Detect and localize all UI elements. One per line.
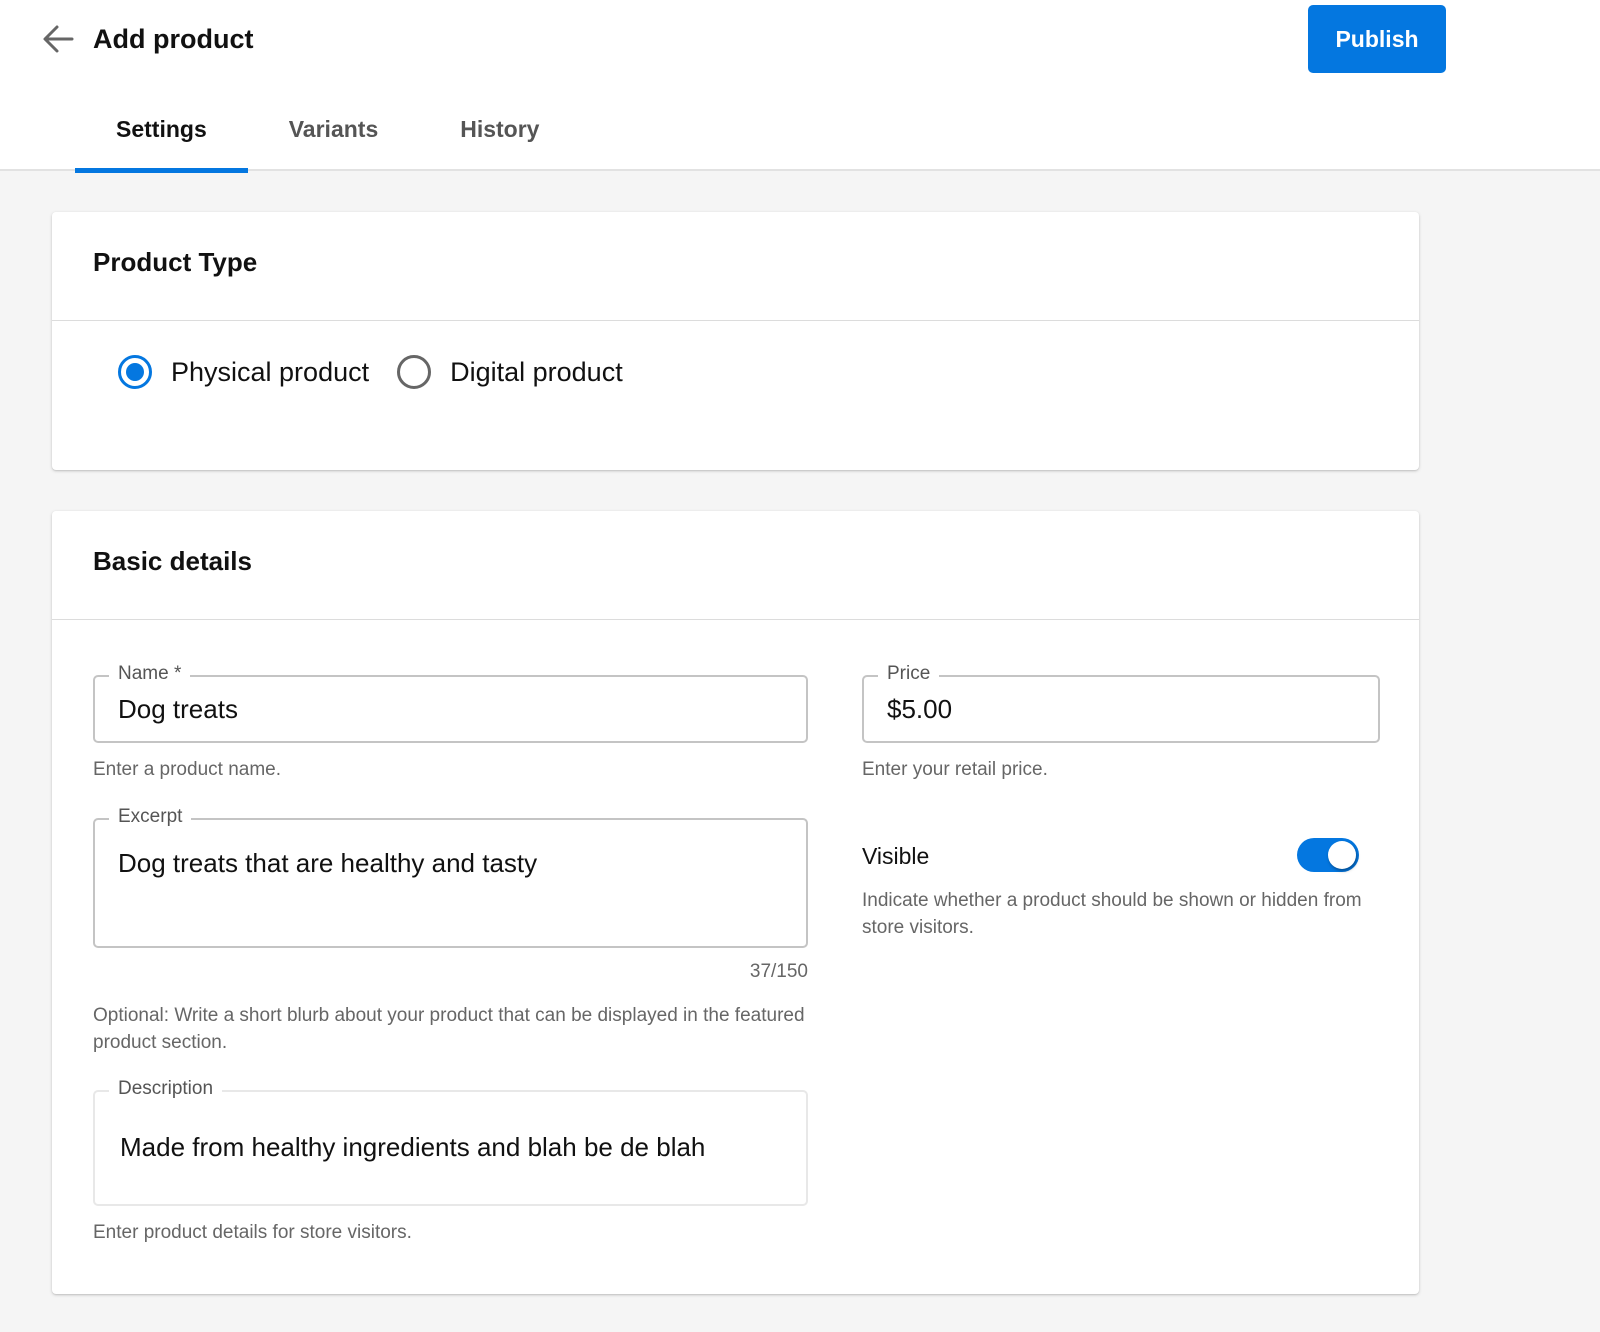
tab-settings[interactable]: Settings: [75, 100, 248, 173]
price-field[interactable]: Price $5.00: [862, 663, 1380, 743]
tab-history[interactable]: History: [419, 100, 580, 171]
product-type-radio-group: Physical product Digital product: [52, 321, 1419, 461]
excerpt-char-counter: 37/150: [749, 961, 808, 982]
price-input[interactable]: $5.00: [887, 694, 952, 725]
radio-unchecked-icon[interactable]: [397, 355, 432, 389]
excerpt-label: Excerpt: [109, 806, 192, 828]
toggle-knob: [1328, 841, 1356, 869]
radio-physical-product[interactable]: Physical product: [118, 355, 369, 389]
basic-details-card: Basic details Name * Dog treats Enter a …: [52, 511, 1419, 1294]
basic-details-header: Basic details: [52, 511, 1419, 620]
visible-toggle[interactable]: [1297, 838, 1359, 872]
description-label: Description: [109, 1078, 223, 1100]
excerpt-textarea[interactable]: Dog treats that are healthy and tasty: [118, 848, 537, 879]
description-field[interactable]: Description Made from healthy ingredient…: [93, 1078, 808, 1206]
price-label: Price: [878, 663, 940, 685]
name-label: Name *: [109, 663, 191, 685]
product-type-title: Product Type: [93, 246, 258, 277]
name-input[interactable]: Dog treats: [118, 694, 238, 725]
back-button[interactable]: [40, 22, 76, 56]
tab-variants[interactable]: Variants: [248, 100, 420, 171]
radio-digital-product[interactable]: Digital product: [397, 355, 623, 389]
price-helper-text: Enter your retail price.: [862, 759, 1048, 780]
name-field[interactable]: Name * Dog treats: [93, 663, 808, 743]
tab-bar: Settings Variants History: [75, 100, 580, 173]
excerpt-field[interactable]: Excerpt Dog treats that are healthy and …: [93, 806, 808, 948]
description-input[interactable]: Made from healthy ingredients and blah b…: [120, 1132, 705, 1163]
radio-label: Physical product: [171, 356, 370, 387]
description-helper-text: Enter product details for store visitors…: [93, 1222, 412, 1243]
top-bar: Add product Publish Settings Variants Hi…: [0, 0, 1600, 173]
publish-button[interactable]: Publish: [1308, 5, 1446, 73]
visible-helper-text: Indicate whether a product should be sho…: [862, 890, 1362, 938]
basic-details-title: Basic details: [93, 545, 252, 576]
excerpt-helper-text: Optional: Write a short blurb about your…: [93, 1005, 805, 1053]
radio-checked-icon[interactable]: [118, 355, 152, 389]
name-helper-text: Enter a product name.: [93, 759, 281, 780]
page-title: Add product: [93, 24, 254, 54]
product-type-card: Product Type Physical product Digital pr…: [52, 212, 1419, 470]
arrow-left-icon: [43, 25, 74, 53]
radio-label: Digital product: [450, 356, 623, 387]
visible-label: Visible: [862, 843, 930, 869]
product-type-header: Product Type: [52, 212, 1419, 321]
